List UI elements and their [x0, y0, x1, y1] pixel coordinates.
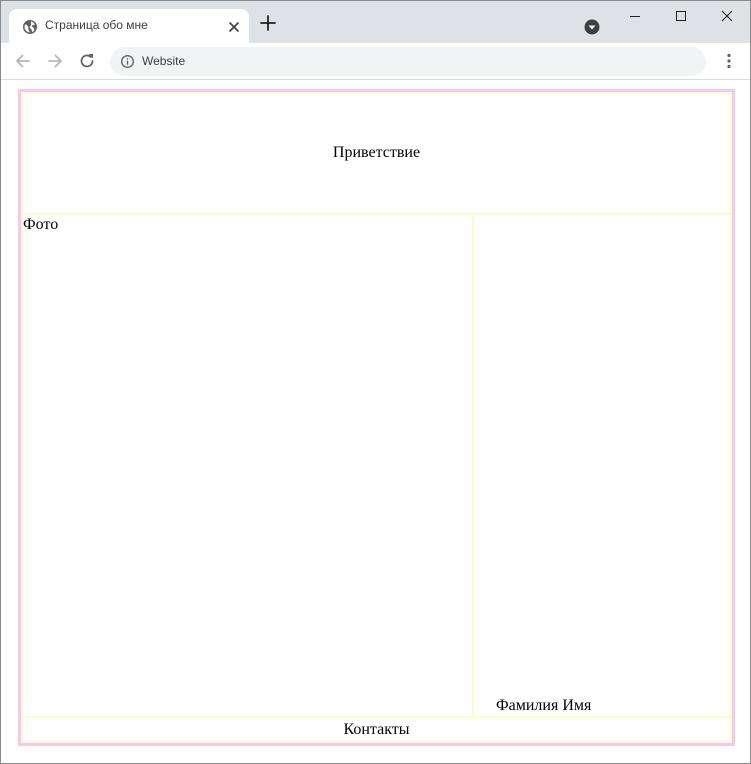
address-bar[interactable]: Website: [110, 47, 706, 76]
browser-window: Страница обо мне Website Приветствие Фот…: [0, 0, 751, 764]
page-viewport: Приветствие Фото Фамилия Имя Контакты: [1, 81, 750, 763]
tab-active[interactable]: Страница обо мне: [9, 9, 249, 43]
photo-section: Фото: [21, 213, 474, 718]
profile-dropdown-icon[interactable]: [582, 17, 602, 37]
minimize-icon: [630, 16, 640, 17]
reload-icon[interactable]: [77, 51, 97, 71]
name-section: Фамилия Имя: [472, 213, 732, 718]
browser-toolbar: Website: [1, 43, 750, 80]
contacts-text: Контакты: [343, 721, 410, 738]
greeting-text: Приветствие: [332, 144, 421, 161]
tab-strip: Страница обо мне: [1, 1, 750, 43]
close-window-button[interactable]: [704, 1, 750, 31]
address-text[interactable]: Website: [142, 54, 185, 68]
kebab-menu-icon[interactable]: [719, 51, 739, 71]
plus-icon[interactable]: [256, 11, 280, 35]
close-icon: [721, 10, 733, 22]
minimize-button[interactable]: [612, 1, 658, 31]
arrow-left-icon[interactable]: [13, 51, 33, 71]
arrow-right-icon[interactable]: [45, 51, 65, 71]
name-text: Фамилия Имя: [496, 697, 592, 714]
info-icon[interactable]: [120, 54, 135, 69]
photo-label: Фото: [23, 216, 59, 233]
maximize-icon: [676, 11, 686, 21]
tab-close-icon[interactable]: [226, 19, 242, 35]
globe-icon: [23, 20, 37, 34]
tab-title: Страница обо мне: [45, 18, 148, 32]
greeting-section: Приветствие: [21, 92, 732, 215]
page-container: Приветствие Фото Фамилия Имя Контакты: [18, 89, 735, 746]
maximize-button[interactable]: [658, 1, 704, 31]
contacts-section: Контакты: [21, 716, 732, 743]
